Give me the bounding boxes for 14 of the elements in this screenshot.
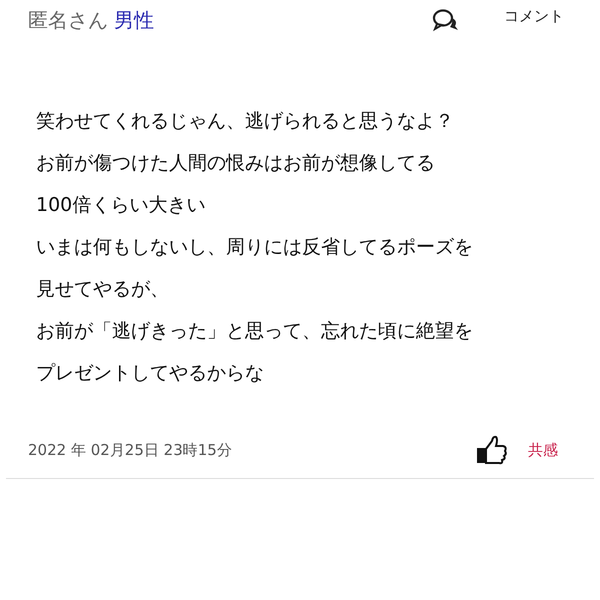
speech-bubbles-icon[interactable] — [432, 8, 460, 32]
author-name: 匿名さん — [28, 8, 108, 32]
comment-text: プレゼントしてやるからな — [36, 361, 265, 386]
comment-text: 100倍くらい大きい — [36, 193, 206, 218]
comment-text: いまは何もしないし、周りには反省してるポーズを — [36, 235, 474, 260]
comment-text: お前が傷つけた人間の恨みはお前が想像してる — [36, 151, 436, 176]
comment-text: お前が「逃げきった」と思って、忘れた頃に絶望を — [36, 319, 474, 344]
comment-text: 笑わせてくれるじゃん、逃げられると思うなよ？ — [36, 109, 455, 134]
empathy-button[interactable]: 共感 — [528, 440, 558, 460]
gender-label: 男性 — [114, 8, 154, 32]
thumbs-up-icon[interactable] — [476, 435, 508, 465]
post-date: 2022 年 02月25日 23時15分 — [28, 440, 232, 460]
comment-link[interactable]: コメント — [504, 6, 564, 26]
comment-text: 見せてやるが、 — [36, 277, 170, 302]
